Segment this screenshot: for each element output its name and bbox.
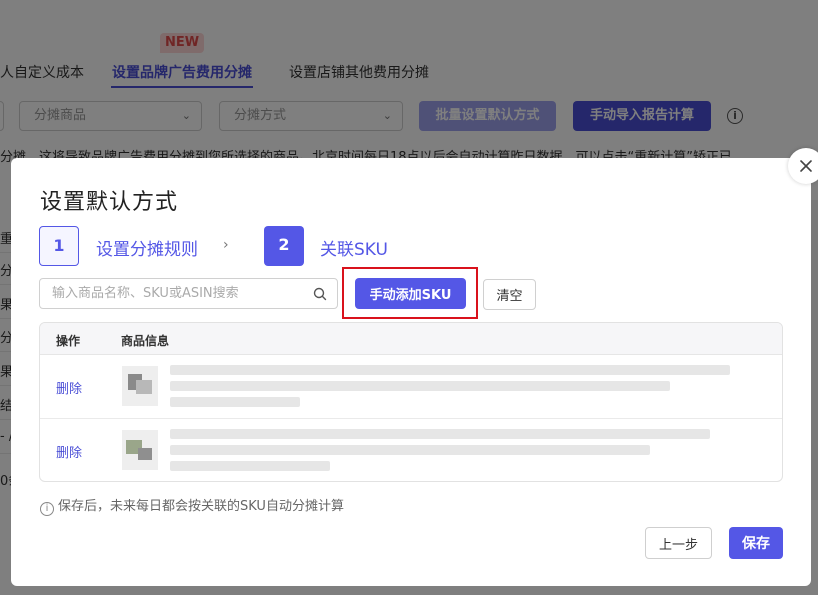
delete-link[interactable]: 删除 <box>56 378 82 397</box>
save-hint: i 保存后，未来每日都会按关联的SKU自动分摊计算 <box>40 495 344 516</box>
close-dialog-button[interactable] <box>788 148 818 184</box>
add-sku-button[interactable]: 手动添加SKU <box>355 278 466 309</box>
table-row: 删除 <box>40 355 782 419</box>
chevron-right-icon: › <box>223 237 229 253</box>
save-hint-text: 保存后，未来每日都会按关联的SKU自动分摊计算 <box>58 499 344 514</box>
default-method-dialog: 设置默认方式 1 设置分摊规则 › 2 关联SKU 手动添加SKU 清空 操作 … <box>11 158 811 586</box>
search-icon[interactable] <box>313 287 327 301</box>
previous-step-button[interactable]: 上一步 <box>645 527 712 559</box>
step-label-link-sku[interactable]: 关联SKU <box>320 235 388 260</box>
product-thumbnail <box>122 366 158 406</box>
blurred-product-asin <box>170 461 330 471</box>
column-header-action: 操作 <box>56 334 81 348</box>
product-thumbnail <box>122 430 158 470</box>
linked-sku-table: 操作 商品信息 删除 删除 <box>39 322 783 482</box>
column-header-product-info: 商品信息 <box>121 334 170 348</box>
save-button[interactable]: 保存 <box>729 527 783 559</box>
blurred-product-sku <box>170 445 650 455</box>
sku-search-input[interactable] <box>40 279 300 308</box>
close-icon <box>800 160 812 172</box>
info-icon: i <box>40 502 54 516</box>
delete-link[interactable]: 删除 <box>56 442 82 461</box>
blurred-product-name <box>170 429 710 439</box>
table-row: 删除 <box>40 419 782 481</box>
sku-search-box[interactable] <box>39 278 338 309</box>
blurred-product-name <box>170 365 730 375</box>
clear-button[interactable]: 清空 <box>483 279 536 310</box>
step-label-allocation-rule[interactable]: 设置分摊规则 <box>96 235 198 260</box>
step-number-2[interactable]: 2 <box>264 226 304 266</box>
step-number-1[interactable]: 1 <box>39 226 79 266</box>
table-header: 操作 商品信息 <box>40 323 782 355</box>
dialog-title: 设置默认方式 <box>40 190 179 215</box>
blurred-product-sku <box>170 381 670 391</box>
blurred-product-asin <box>170 397 300 407</box>
